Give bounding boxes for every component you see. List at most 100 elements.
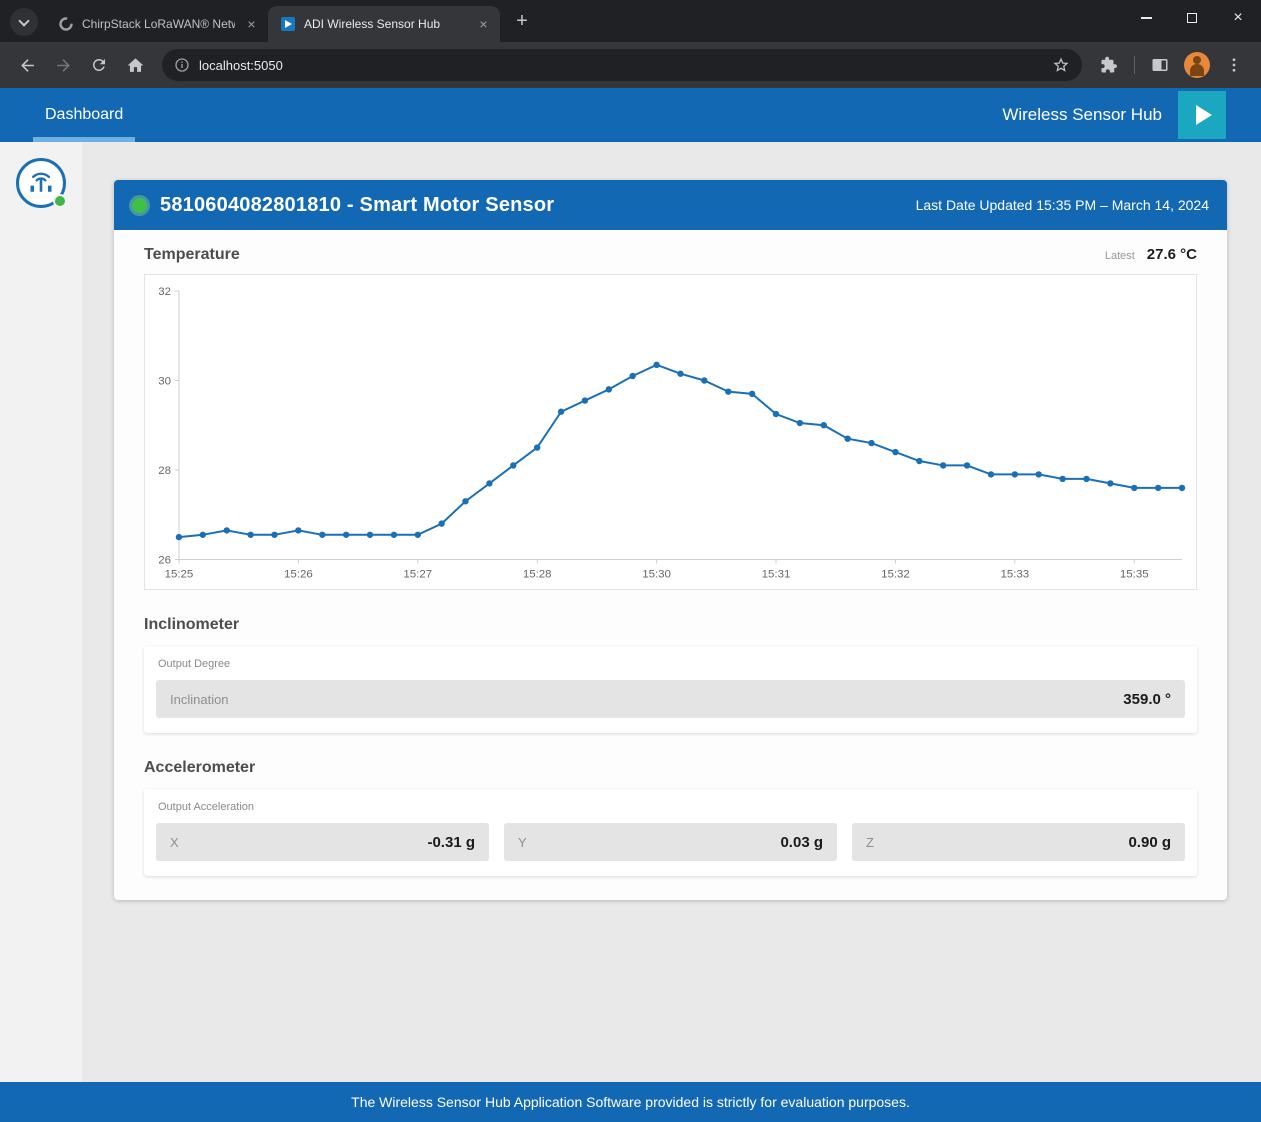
- sidebar: [0, 142, 82, 1082]
- main-panel: 5810604082801810 - Smart Motor Sensor La…: [82, 142, 1261, 1082]
- window-close-button[interactable]: ×: [1215, 0, 1261, 36]
- svg-text:15:30: 15:30: [642, 568, 671, 580]
- output-acceleration-label: Output Acceleration: [158, 801, 1185, 813]
- maximize-icon: [1187, 13, 1197, 23]
- browser-toolbar: localhost:5050: [0, 42, 1261, 88]
- close-icon[interactable]: ×: [243, 16, 260, 33]
- accelerometer-panel: Output Acceleration X -0.31 g Y 0.03 g: [144, 789, 1197, 876]
- back-button[interactable]: [10, 48, 44, 82]
- maximize-button[interactable]: [1169, 0, 1215, 36]
- app-navbar: Dashboard Wireless Sensor Hub: [0, 88, 1261, 142]
- accel-z-label: Z: [866, 835, 874, 850]
- close-icon: ×: [1233, 10, 1242, 26]
- browser-menu-button[interactable]: [1217, 48, 1251, 82]
- latest-temperature-value: 27.6 °C: [1147, 246, 1197, 263]
- svg-text:15:26: 15:26: [284, 568, 313, 580]
- new-tab-button[interactable]: +: [508, 7, 536, 35]
- accel-x-label: X: [170, 835, 179, 850]
- accel-x-field: X -0.31 g: [156, 823, 489, 861]
- temperature-chart-container: 26 28 30 32 15:25 15:26 15:27 15:28 15:30 15:31 15…: [144, 274, 1197, 590]
- svg-text:15:32: 15:32: [881, 568, 910, 580]
- sensor-title: 5810604082801810 - Smart Motor Sensor: [160, 194, 554, 217]
- svg-text:32: 32: [158, 286, 171, 298]
- svg-text:26: 26: [158, 554, 171, 566]
- app-title: Wireless Sensor Hub: [1002, 105, 1162, 125]
- toolbar-divider: [1134, 56, 1135, 74]
- tab-title: ChirpStack LoRaWAN® Networ: [82, 17, 235, 31]
- accelerometer-heading: Accelerometer: [144, 759, 255, 777]
- svg-text:30: 30: [158, 375, 171, 387]
- play-icon: [1196, 105, 1212, 125]
- minimize-icon: [1141, 17, 1152, 19]
- side-panel-button[interactable]: [1143, 48, 1177, 82]
- reload-button[interactable]: [82, 48, 116, 82]
- inclinometer-panel: Output Degree Inclination 359.0 °: [144, 646, 1197, 733]
- inclination-field: Inclination 359.0 °: [156, 680, 1185, 718]
- dashboard-label: Dashboard: [45, 106, 123, 124]
- svg-text:28: 28: [158, 465, 171, 477]
- svg-text:15:35: 15:35: [1120, 568, 1149, 580]
- dashboard-active-indicator: [33, 137, 135, 142]
- svg-text:15:25: 15:25: [165, 568, 194, 580]
- temperature-line-chart: 26 28 30 32 15:25 15:26 15:27 15:28 15:30 15:31 15…: [145, 275, 1196, 589]
- adi-logo: [16, 158, 66, 208]
- home-icon: [126, 56, 145, 75]
- nav-tab-dashboard[interactable]: Dashboard: [33, 88, 135, 142]
- kebab-menu-icon: [1225, 56, 1243, 74]
- adi-favicon-icon: [280, 16, 296, 32]
- arrow-right-icon: [54, 56, 73, 75]
- tab-adi-wireless-sensor-hub[interactable]: ADI Wireless Sensor Hub ×: [268, 6, 500, 42]
- extensions-button[interactable]: [1092, 48, 1126, 82]
- chevron-down-icon: [18, 15, 29, 26]
- sensor-card: 5810604082801810 - Smart Motor Sensor La…: [114, 180, 1227, 900]
- inclinometer-section: Inclinometer Output Degree Inclination 3…: [144, 616, 1197, 733]
- content-area: 5810604082801810 - Smart Motor Sensor La…: [0, 142, 1261, 1082]
- online-status-icon: [132, 198, 147, 213]
- accel-z-value: 0.90 g: [1128, 834, 1171, 851]
- forward-button[interactable]: [46, 48, 80, 82]
- accelerometer-section: Accelerometer Output Acceleration X -0.3…: [144, 759, 1197, 876]
- inclination-value: 359.0 °: [1123, 691, 1171, 708]
- profile-avatar[interactable]: [1184, 52, 1210, 78]
- sensor-card-header: 5810604082801810 - Smart Motor Sensor La…: [114, 180, 1227, 230]
- accel-x-value: -0.31 g: [427, 834, 475, 851]
- puzzle-icon: [1100, 56, 1118, 74]
- tab-title: ADI Wireless Sensor Hub: [304, 17, 467, 31]
- chirpstack-favicon-icon: [58, 16, 74, 32]
- url-text[interactable]: localhost:5050: [199, 58, 1052, 73]
- svg-text:15:33: 15:33: [1000, 568, 1029, 580]
- bookmark-star-icon[interactable]: [1052, 56, 1070, 74]
- info-icon: [174, 57, 190, 73]
- sensor-card-body: Temperature Latest 27.6 °C 26 28 30 32 15:25…: [114, 230, 1227, 900]
- latest-label: Latest: [1105, 250, 1135, 262]
- status-dot: [53, 194, 67, 208]
- inclination-label: Inclination: [170, 692, 229, 707]
- arrow-left-icon: [18, 56, 37, 75]
- inclinometer-heading: Inclinometer: [144, 616, 239, 634]
- tab-strip: ChirpStack LoRaWAN® Networ × ADI Wireles…: [0, 0, 1261, 42]
- side-panel-icon: [1151, 56, 1169, 74]
- svg-text:15:27: 15:27: [403, 568, 432, 580]
- tab-search-button[interactable]: [10, 8, 38, 36]
- temperature-section: Temperature Latest 27.6 °C 26 28 30 32 15:25…: [144, 246, 1197, 590]
- play-button[interactable]: [1178, 91, 1226, 139]
- accel-y-field: Y 0.03 g: [504, 823, 837, 861]
- accel-z-field: Z 0.90 g: [852, 823, 1185, 861]
- accel-y-value: 0.03 g: [780, 834, 823, 851]
- svg-text:15:31: 15:31: [762, 568, 791, 580]
- footer-text: The Wireless Sensor Hub Application Soft…: [351, 1094, 910, 1110]
- minimize-button[interactable]: [1123, 0, 1169, 36]
- address-bar[interactable]: localhost:5050: [162, 49, 1082, 81]
- output-degree-label: Output Degree: [158, 658, 1185, 670]
- svg-text:15:28: 15:28: [523, 568, 552, 580]
- temperature-heading: Temperature: [144, 246, 240, 264]
- last-updated-text: Last Date Updated 15:35 PM – March 14, 2…: [916, 197, 1209, 213]
- window-controls: ×: [1123, 0, 1261, 36]
- accel-y-label: Y: [518, 835, 527, 850]
- tab-chirpstack[interactable]: ChirpStack LoRaWAN® Networ ×: [46, 6, 268, 42]
- evaluation-footer: The Wireless Sensor Hub Application Soft…: [0, 1082, 1261, 1122]
- refresh-icon: [90, 56, 108, 74]
- close-icon[interactable]: ×: [475, 16, 492, 33]
- browser-window: ChirpStack LoRaWAN® Networ × ADI Wireles…: [0, 0, 1261, 1122]
- home-button[interactable]: [118, 48, 152, 82]
